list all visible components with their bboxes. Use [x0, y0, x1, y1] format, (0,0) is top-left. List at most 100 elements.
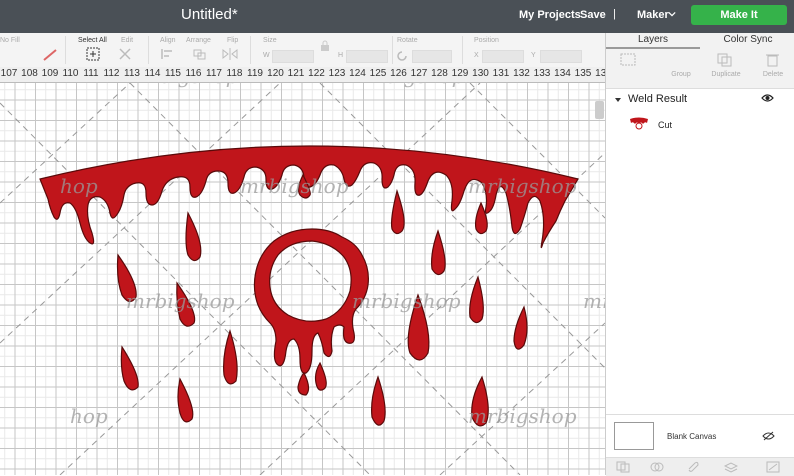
fill-label[interactable]: No Fill — [0, 37, 20, 44]
ruler-tick: 121 — [287, 68, 305, 79]
canvas-artwork: mrbigshop mrbigshop mrbigshop hop mrbigs… — [0, 83, 605, 475]
drip — [297, 371, 310, 396]
size-h-label: H — [338, 52, 344, 59]
ruler-tick: 136 — [595, 68, 605, 79]
group-label: Group — [671, 71, 691, 78]
top-bar: Untitled* My Projects Save | Maker Make … — [0, 0, 794, 33]
size-height-input[interactable] — [346, 50, 388, 63]
tab-color-sync[interactable]: Color Sync — [701, 33, 794, 47]
ruler-tick: 129 — [451, 68, 469, 79]
layers-bottom-toolbar — [606, 457, 794, 476]
slice-icon[interactable] — [616, 461, 630, 473]
duplicate-label: Duplicate — [711, 71, 741, 78]
ruler-tick: 119 — [247, 68, 263, 79]
drip — [390, 188, 405, 235]
weld-icon[interactable] — [650, 461, 664, 473]
chevron-down-icon[interactable] — [668, 10, 676, 18]
make-it-button[interactable]: Make It — [691, 5, 787, 25]
ruler-tick: 113 — [124, 68, 140, 79]
align-label: Align — [160, 37, 176, 44]
ruler-tick: 116 — [185, 68, 202, 79]
ruler-tick: 115 — [165, 68, 181, 79]
layer-operation-label: Cut — [658, 120, 673, 130]
drip — [431, 229, 446, 276]
ruler-tick: 124 — [349, 68, 366, 79]
drip — [314, 361, 327, 391]
drip — [371, 375, 386, 426]
machine-select[interactable]: Maker — [637, 9, 669, 21]
ruler-tick: 112 — [103, 68, 120, 79]
drip — [120, 345, 139, 391]
layer-group-name[interactable]: Weld Result — [628, 93, 687, 105]
ruler-tick: 114 — [144, 68, 161, 79]
drip — [513, 305, 528, 350]
layers-list: Weld Result Cut — [606, 88, 794, 415]
flip-label: Flip — [227, 37, 239, 44]
save-button[interactable]: Save — [580, 9, 606, 21]
layers-panel: Layers Color Sync Group Duplicate Delete… — [605, 33, 794, 476]
layer-thumbnail[interactable] — [628, 116, 650, 130]
project-title: Untitled* — [181, 6, 238, 23]
ruler-tick: 128 — [431, 68, 448, 79]
watermark-text: mrbigshop — [586, 83, 605, 88]
ruler-tick: 118 — [226, 68, 243, 79]
ruler-tick: 130 — [472, 68, 489, 79]
position-label: Position — [474, 37, 499, 44]
watermark-text: mrbigshop — [356, 83, 465, 88]
edit-label: Edit — [121, 37, 134, 44]
ruler-tick: 127 — [410, 68, 428, 79]
watermarks: mrbigshop mrbigshop mrbigshop hop mrbigs… — [60, 83, 605, 428]
edit-toolbar: No Fill Select All Edit Align Arrange Fl… — [0, 33, 605, 68]
position-x-input[interactable] — [482, 50, 524, 63]
select-all-label: Select All — [78, 37, 107, 44]
attach-icon[interactable] — [686, 461, 700, 473]
size-width-input[interactable] — [272, 50, 314, 63]
delete-icon[interactable] — [762, 53, 784, 67]
ruler-tick: 125 — [369, 68, 387, 79]
expand-arrow-icon[interactable] — [614, 96, 622, 104]
size-w-label: W — [263, 52, 270, 59]
lock-icon[interactable] — [320, 40, 330, 52]
ruler-tick: 122 — [308, 68, 325, 79]
ruler-tick: 120 — [267, 68, 284, 79]
rotate-input[interactable] — [412, 50, 452, 63]
watermark-text: mrbigshop — [130, 83, 239, 88]
flip-icon[interactable] — [222, 48, 238, 60]
delete-label: Delete — [762, 71, 784, 78]
ruler-tick: 109 — [41, 68, 59, 79]
watermark-text: mrbigshop — [468, 404, 577, 428]
size-label: Size — [263, 37, 277, 44]
canvas-scrollbar[interactable] — [595, 101, 604, 119]
separator: | — [613, 8, 616, 20]
my-projects-link[interactable]: My Projects — [519, 9, 581, 21]
ruler-tick: 110 — [62, 68, 79, 79]
blank-canvas-swatch[interactable] — [614, 422, 654, 450]
design-canvas[interactable]: mrbigshop mrbigshop mrbigshop hop mrbigs… — [0, 83, 605, 475]
position-y-label: Y — [531, 52, 536, 59]
watermark-text: hop — [60, 174, 98, 198]
flatten-icon[interactable] — [724, 461, 738, 473]
blank-canvas-label: Blank Canvas — [667, 432, 717, 441]
ruler-tick: 108 — [21, 68, 38, 79]
contour-icon[interactable] — [766, 461, 780, 473]
watermark-text: hop — [70, 404, 108, 428]
tab-layers[interactable]: Layers — [606, 33, 700, 49]
horizontal-ruler: 107 108 109 110 111 112 113 114 115 116 117 118 119 1… — [0, 67, 605, 83]
position-x-label: X — [474, 52, 479, 59]
pen-icon[interactable] — [42, 48, 58, 62]
eye-icon[interactable] — [761, 93, 774, 103]
align-icon[interactable] — [160, 48, 176, 60]
arrange-label: Arrange — [186, 37, 211, 44]
select-all-icon[interactable] — [86, 47, 100, 61]
arrange-icon[interactable] — [192, 48, 208, 60]
rotate-icon[interactable] — [396, 50, 408, 62]
eye-hidden-icon[interactable] — [762, 431, 775, 441]
scissors-icon[interactable] — [118, 47, 132, 61]
ruler-tick: 132 — [513, 68, 530, 79]
ruler-tick: 135 — [574, 68, 592, 79]
group-icon[interactable] — [618, 53, 640, 67]
duplicate-icon[interactable] — [715, 53, 737, 67]
blank-canvas-row[interactable]: Blank Canvas — [606, 414, 794, 458]
ruler-tick: 133 — [533, 68, 551, 79]
position-y-input[interactable] — [540, 50, 582, 63]
